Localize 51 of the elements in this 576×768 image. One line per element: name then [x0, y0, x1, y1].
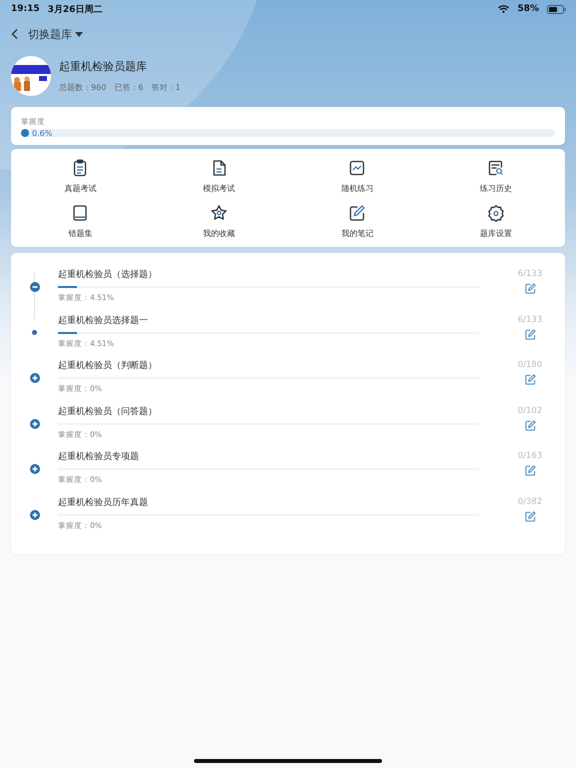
edit-button[interactable]	[524, 374, 536, 386]
document-search-icon	[486, 159, 505, 177]
tree-node-icon	[32, 330, 37, 335]
expand-icon[interactable]	[30, 510, 40, 520]
back-icon[interactable]	[10, 28, 20, 40]
caret-icon	[75, 32, 83, 36]
chapter-title[interactable]: 起重机检验员专项题	[58, 450, 479, 464]
chapter-title[interactable]: 起重机检验员历年真题	[58, 496, 479, 509]
question-count: 0/102	[518, 406, 542, 416]
expand-icon[interactable]	[30, 372, 40, 383]
question-count: 0/180	[518, 360, 542, 370]
star-icon	[210, 204, 228, 222]
edit-note-icon	[348, 204, 366, 222]
line-chart-icon	[348, 159, 366, 177]
menu-item[interactable]: 练习历史	[426, 159, 565, 194]
edit-button[interactable]	[524, 510, 536, 522]
edit-button[interactable]	[524, 420, 536, 431]
bank-name: 起重机检验员题库	[59, 59, 148, 74]
book-icon	[71, 204, 90, 222]
menu-item[interactable]: 真题考试	[11, 159, 150, 194]
status-date: 3月26日周二	[48, 4, 102, 16]
chapter-title[interactable]: 起重机检验员（判断题）	[58, 359, 479, 372]
settings-icon	[486, 204, 505, 222]
chapter-title[interactable]: 起重机检验员（问答题）	[58, 404, 479, 418]
mastery-percent: 0.6%	[32, 128, 52, 138]
menu-item[interactable]: 我的收藏	[150, 204, 288, 239]
menu-item[interactable]: 题库设置	[426, 204, 565, 239]
question-count: 0/163	[518, 451, 542, 462]
question-count: 0/382	[518, 496, 542, 507]
expand-icon[interactable]	[30, 418, 40, 429]
edit-button[interactable]	[524, 465, 536, 476]
edit-button[interactable]	[524, 328, 536, 340]
switch-bank-dropdown[interactable]: 切换题库	[28, 26, 83, 42]
menu-item[interactable]: 我的笔记	[288, 204, 426, 239]
menu-item[interactable]: 随机练习	[288, 159, 426, 194]
question-count: 6/133	[518, 314, 542, 325]
edit-button[interactable]	[524, 283, 536, 294]
bank-stat: 总题数：960	[59, 82, 106, 93]
battery-percent: 58%	[517, 4, 539, 14]
menu-item[interactable]: 模拟考试	[150, 159, 288, 194]
question-count: 6/133	[518, 269, 542, 279]
wifi-icon	[498, 5, 510, 13]
chapter-title[interactable]: 起重机检验员选择题一	[58, 314, 479, 327]
bank-stat: 答对：1	[151, 82, 180, 93]
expand-icon[interactable]	[30, 464, 40, 474]
bank-stat: 已答：6	[114, 82, 144, 93]
status-time: 19:15	[11, 4, 40, 14]
chapter-title[interactable]: 起重机检验员（选择题）	[58, 268, 479, 281]
collapse-icon[interactable]	[30, 282, 40, 292]
battery-icon	[547, 4, 566, 14]
menu-item[interactable]: 错题集	[11, 204, 150, 239]
